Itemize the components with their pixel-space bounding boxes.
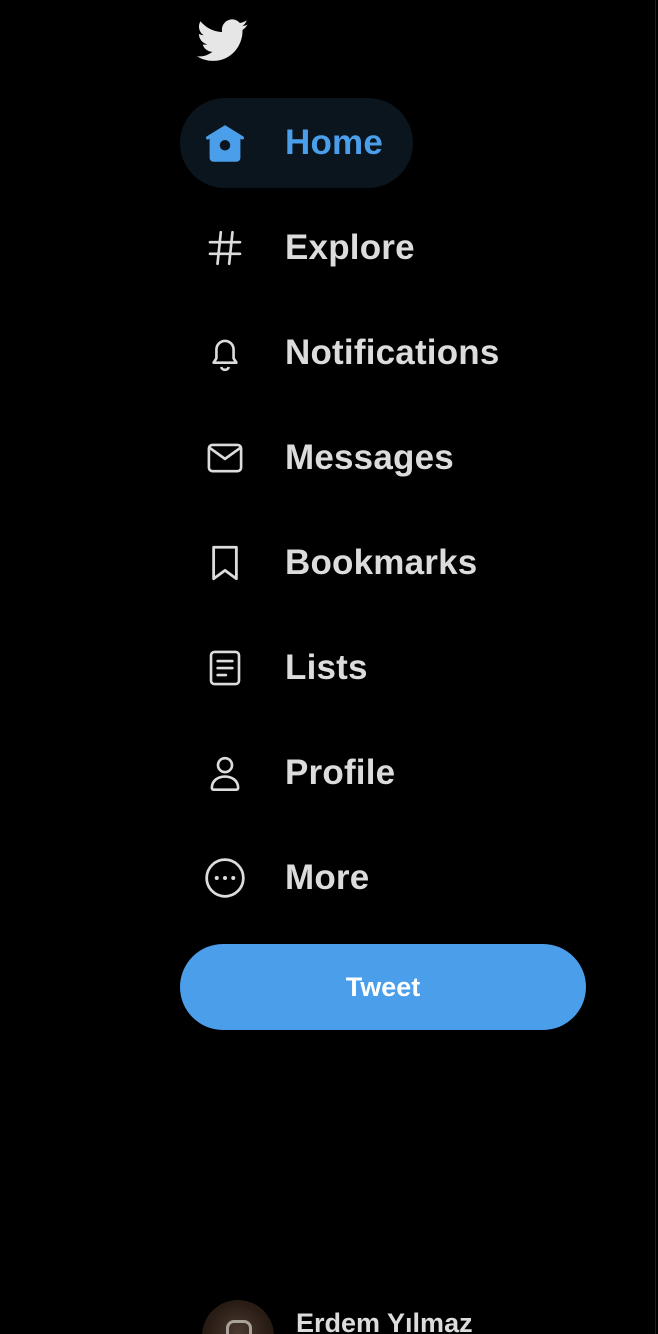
primary-nav: Home Explore Notifications Messages Book… [180,98,650,938]
bell-icon [202,330,248,376]
nav-item-more[interactable]: More [180,833,399,923]
nav-item-notifications[interactable]: Notifications [180,308,530,398]
home-icon [202,120,248,166]
avatar [202,1300,274,1334]
nav-item-explore[interactable]: Explore [180,203,445,293]
person-icon [202,750,248,796]
nav-label-notifications: Notifications [285,333,500,372]
nav-item-home[interactable]: Home [180,98,414,188]
nav-label-profile: Profile [285,753,396,792]
nav-label-messages: Messages [285,438,454,477]
envelope-icon [202,435,248,481]
hashtag-icon [202,225,248,271]
twitter-logo-icon[interactable] [196,16,250,66]
nav-label-lists: Lists [285,648,368,687]
nav-item-lists[interactable]: Lists [180,623,398,713]
nav-label-home: Home [285,123,384,162]
nav-label-more: More [285,858,370,897]
nav-item-profile[interactable]: Profile [180,728,425,818]
tweet-button[interactable]: Tweet [180,944,586,1030]
account-name: Erdem Yılmaz [296,1308,473,1334]
more-icon [202,855,248,901]
bookmark-icon [202,540,248,586]
column-divider [655,0,656,1334]
nav-label-bookmarks: Bookmarks [285,543,478,582]
list-icon [202,645,248,691]
sidebar-page: Home Explore Notifications Messages Book… [0,0,658,1334]
account-switcher[interactable]: Erdem Yılmaz [202,1300,473,1334]
nav-item-messages[interactable]: Messages [180,413,484,503]
nav-label-explore: Explore [285,228,415,267]
nav-item-bookmarks[interactable]: Bookmarks [180,518,507,608]
